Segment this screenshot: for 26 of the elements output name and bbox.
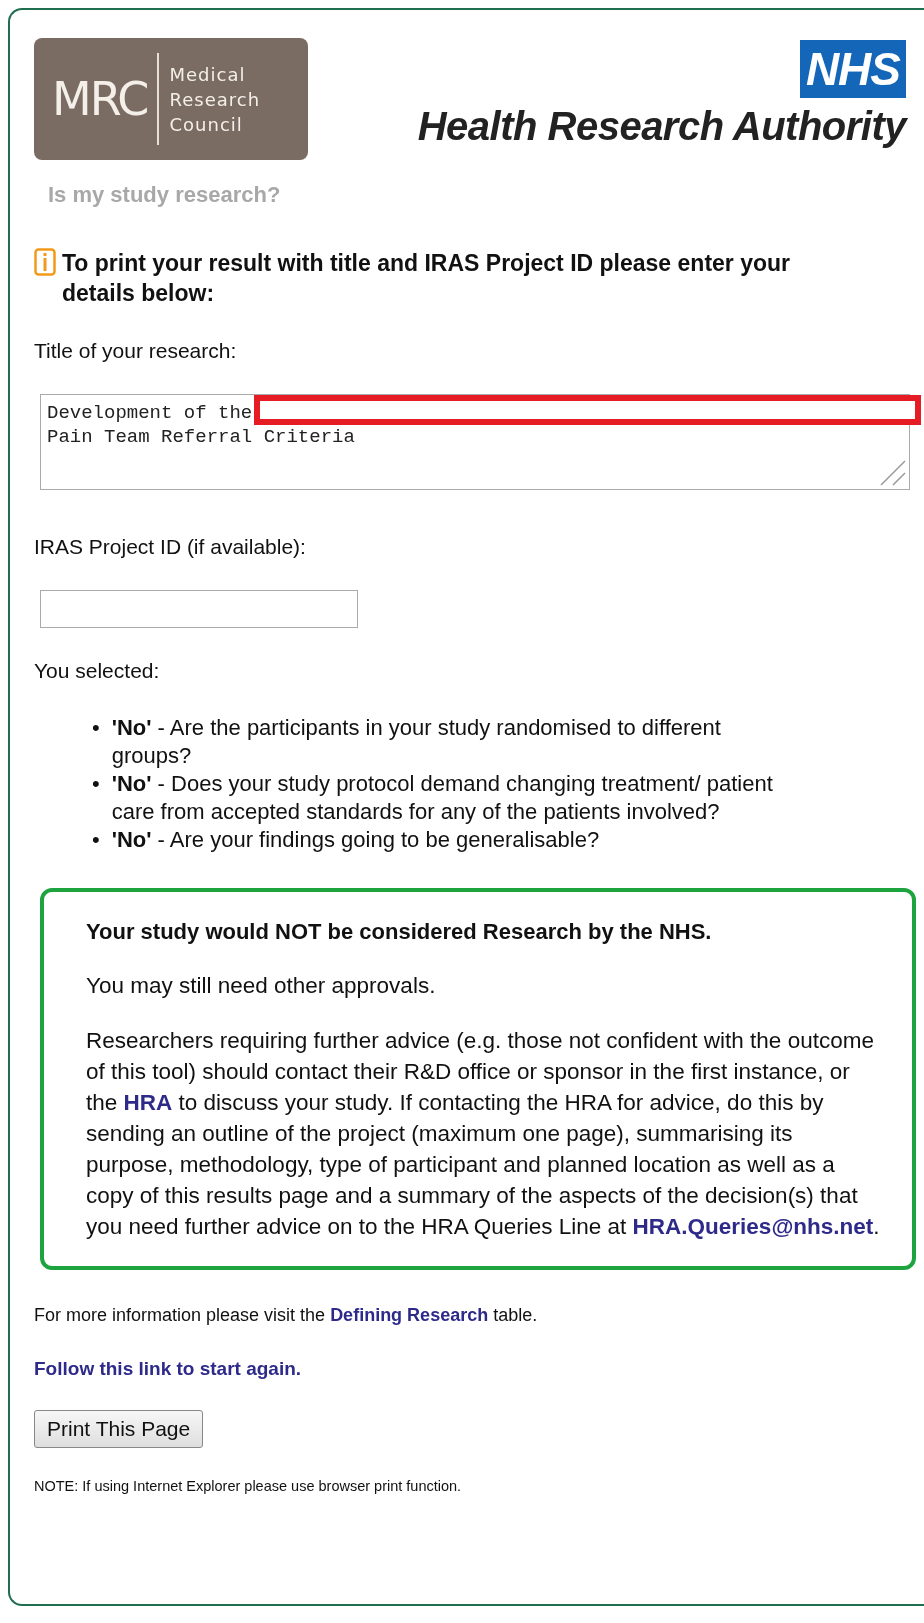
footnote: NOTE: If using Internet Explorer please use browser print function. <box>34 1478 463 1494</box>
selection-item: 'No' - Does your study protocol demand changing treatment/ patient care from accepted standards for any of the patients involved? <box>111 770 774 826</box>
mrc-logo: MRC Medical Research Council <box>34 38 308 160</box>
bullet-marker: • <box>92 714 100 742</box>
result-note: You may still need other approvals. <box>86 972 437 1000</box>
result-heading: Your study would NOT be considered Research by the NHS. <box>86 918 713 946</box>
more-info-text: For more information please visit the Defining Research table. <box>34 1304 539 1326</box>
iras-id-field[interactable] <box>40 590 358 628</box>
print-button[interactable]: Print This Page <box>34 1410 204 1448</box>
nhs-logo: NHS <box>799 40 906 98</box>
field-label: IRAS Project ID (if available): <box>34 534 307 560</box>
info-icon <box>34 248 56 276</box>
selection-item: 'No' - Are the participants in your study randomised to different groups? <box>111 714 722 770</box>
bullet-marker: • <box>92 770 100 798</box>
selection-item: 'No' - Are your findings going to be generalisable? <box>111 826 600 854</box>
bullet-marker: • <box>92 826 100 854</box>
text-link[interactable]: HRA <box>123 1090 173 1115</box>
restart-link[interactable]: Follow this link to start again. <box>34 1358 302 1380</box>
field-label: Title of your research: <box>34 338 238 364</box>
text-link[interactable]: Defining Research <box>330 1305 489 1325</box>
selected-label: You selected: <box>34 658 161 684</box>
text-link[interactable]: HRA.Queries@nhs.net <box>632 1214 874 1239</box>
advice-paragraph: Researchers requiring further advice (e.g. those not confident with the outcome of this tool) should contact their R&D office or sponsor in the first instance, or the HRA to discuss your study. If contacting the HRA for advice, do this by sending an outline of the project (maximum one page), summarising its purpose, methodology, type of participant and planned location as well as a copy of this results page and a summary of the aspects of the decision(s) that you need further advice on to the HRA Queries Line at HRA.Queries@nhs.net. <box>86 1027 881 1241</box>
info-note: To print your result with title and IRAS Project ID please enter your details below: <box>62 249 792 308</box>
page-title: Is my study research? <box>48 182 282 208</box>
authority-name: Health Research Authority <box>417 104 906 149</box>
